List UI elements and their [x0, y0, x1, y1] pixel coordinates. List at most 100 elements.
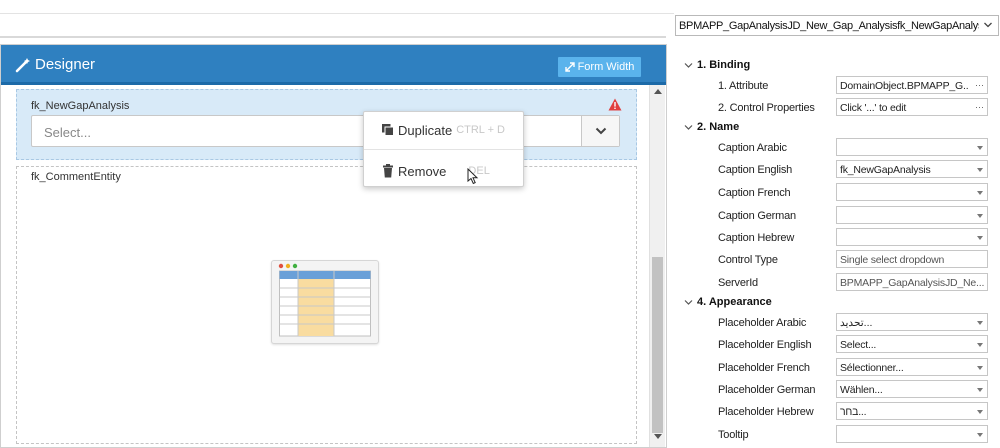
property-value: BPMAPP_GapAnalysisJD_Ne... — [840, 277, 985, 289]
magic-wand-icon — [15, 57, 30, 72]
property-row: Caption German — [674, 205, 1000, 227]
warning-icon[interactable] — [608, 98, 622, 111]
dropdown-arrow-icon[interactable] — [977, 146, 983, 150]
dropdown-arrow-icon[interactable] — [977, 168, 983, 172]
property-value: Wählen... — [840, 384, 883, 396]
table-grid-icon — [278, 263, 371, 337]
property-value-field: BPMAPP_GapAnalysisJD_Ne... — [836, 273, 988, 291]
dropdown-toggle[interactable] — [581, 116, 619, 146]
property-value: Single select dropdown — [840, 254, 945, 266]
copy-icon — [382, 124, 394, 136]
property-row: ServerId BPMAPP_GapAnalysisJD_Ne... — [674, 272, 1000, 294]
duplicate-label: Duplicate — [398, 122, 453, 138]
form-width-button[interactable]: Form Width — [558, 57, 641, 77]
property-label: Control Type — [718, 254, 778, 266]
dropdown-arrow-icon[interactable] — [977, 236, 983, 240]
property-value-input[interactable] — [836, 425, 988, 443]
property-row: Placeholder Hebrew בחר... — [674, 401, 1000, 423]
scrollbar-thumb[interactable] — [652, 257, 663, 433]
section-appearance[interactable]: 4. Appearance — [684, 296, 772, 308]
field-fk-commententity[interactable]: fk_CommentEntity — [16, 166, 637, 444]
dropdown-arrow-icon[interactable] — [977, 343, 983, 347]
vertical-scrollbar[interactable] — [649, 85, 665, 447]
dropdown-placeholder: Select... — [44, 125, 91, 140]
section-binding[interactable]: 1. Binding — [684, 59, 750, 71]
property-value-input[interactable] — [836, 206, 988, 224]
property-value: Sélectionner... — [840, 362, 904, 374]
property-value-input[interactable]: Click '...' to edit ··· — [836, 98, 988, 116]
dropdown-arrow-icon[interactable] — [977, 433, 983, 437]
property-label: Caption Hebrew — [718, 232, 795, 244]
single-select-dropdown[interactable]: Select... — [31, 115, 620, 147]
ellipsis-button[interactable]: ··· — [975, 102, 984, 112]
property-row: 2. Control Properties Click '...' to edit… — [674, 97, 1000, 119]
resize-icon — [564, 62, 575, 72]
dropdown-arrow-icon[interactable] — [977, 191, 983, 195]
property-row: Caption English fk_NewGapAnalysis — [674, 159, 1000, 181]
property-value-input[interactable]: Select... — [836, 335, 988, 353]
property-value-input[interactable]: DomainObject.BPMAPP_G... ··· — [836, 76, 988, 94]
property-label: Caption English — [718, 164, 793, 176]
property-label: 1. Attribute — [718, 80, 769, 92]
dropdown-arrow-icon[interactable] — [977, 388, 983, 392]
property-value-input[interactable]: Wählen... — [836, 380, 988, 398]
scroll-down-arrow[interactable] — [654, 434, 662, 439]
form-width-label: Form Width — [577, 61, 635, 73]
designer-panel: Designer Form Width fk_NewGapAnalysis Se… — [0, 44, 667, 448]
trash-icon — [383, 164, 393, 178]
properties-panel: BPMAPP_GapAnalysisJD_New_Gap_Analysisfk_… — [674, 0, 1000, 448]
property-label: Caption German — [718, 210, 796, 222]
property-value-input[interactable]: fk_NewGapAnalysis — [836, 160, 988, 178]
dropdown-arrow-icon[interactable] — [977, 321, 983, 325]
property-value-input[interactable] — [836, 183, 988, 201]
table-placeholder-card — [271, 260, 379, 344]
chevron-down-icon — [984, 22, 992, 28]
context-menu: Duplicate CTRL + D Remove DEL — [363, 111, 524, 187]
property-row: Caption Hebrew — [674, 227, 1000, 249]
duplicate-menu-item[interactable]: Duplicate CTRL + D — [364, 112, 523, 148]
duplicate-shortcut: CTRL + D — [456, 124, 505, 136]
property-label: ServerId — [718, 277, 758, 289]
property-value: Click '...' to edit — [840, 102, 907, 114]
property-label: 2. Control Properties — [718, 102, 815, 114]
property-value: Select... — [840, 339, 877, 351]
property-label: Placeholder Arabic — [718, 317, 807, 329]
property-row: Control Type Single select dropdown — [674, 249, 1000, 271]
designer-header: Designer Form Width — [1, 45, 666, 85]
remove-menu-item[interactable]: Remove DEL — [364, 153, 523, 189]
scroll-up-arrow[interactable] — [654, 89, 662, 94]
remove-label: Remove — [398, 163, 447, 179]
property-value: تحديد... — [840, 317, 873, 329]
dropdown-arrow-icon[interactable] — [977, 214, 983, 218]
property-label: Placeholder English — [718, 339, 812, 351]
menu-separator — [364, 149, 523, 150]
field-label: fk_CommentEntity — [31, 171, 121, 183]
property-row: Placeholder French Sélectionner... — [674, 357, 1000, 379]
property-value-input[interactable] — [836, 138, 988, 156]
property-label: Placeholder German — [718, 384, 816, 396]
property-value-input[interactable]: בחר... — [836, 402, 988, 420]
section-name-title: 2. Name — [697, 121, 740, 133]
section-binding-title: 1. Binding — [697, 59, 751, 71]
object-selector-dropdown[interactable]: BPMAPP_GapAnalysisJD_New_Gap_Analysisfk_… — [675, 15, 999, 36]
top-divider — [0, 36, 666, 38]
property-value-input[interactable]: تحديد... — [836, 313, 988, 331]
property-value-input[interactable]: Sélectionner... — [836, 358, 988, 376]
property-value-field: Single select dropdown — [836, 250, 988, 268]
property-row: Placeholder English Select... — [674, 334, 1000, 356]
property-value: בחר... — [840, 406, 867, 418]
field-fk-newgapanalysis[interactable]: fk_NewGapAnalysis Select... — [16, 89, 637, 160]
property-value: DomainObject.BPMAPP_G... — [840, 80, 968, 92]
chevron-down-icon — [684, 62, 693, 68]
property-label: Caption French — [718, 187, 791, 199]
ellipsis-button[interactable]: ··· — [975, 80, 984, 90]
dropdown-arrow-icon[interactable] — [977, 410, 983, 414]
section-appearance-title: 4. Appearance — [697, 296, 772, 308]
property-row: Tooltip — [674, 424, 1000, 446]
field-label: fk_NewGapAnalysis — [31, 100, 130, 112]
property-label: Placeholder French — [718, 362, 810, 374]
section-name[interactable]: 2. Name — [684, 121, 739, 133]
dropdown-arrow-icon[interactable] — [977, 366, 983, 370]
property-value-input[interactable] — [836, 228, 988, 246]
property-row: Caption Arabic — [674, 137, 1000, 159]
